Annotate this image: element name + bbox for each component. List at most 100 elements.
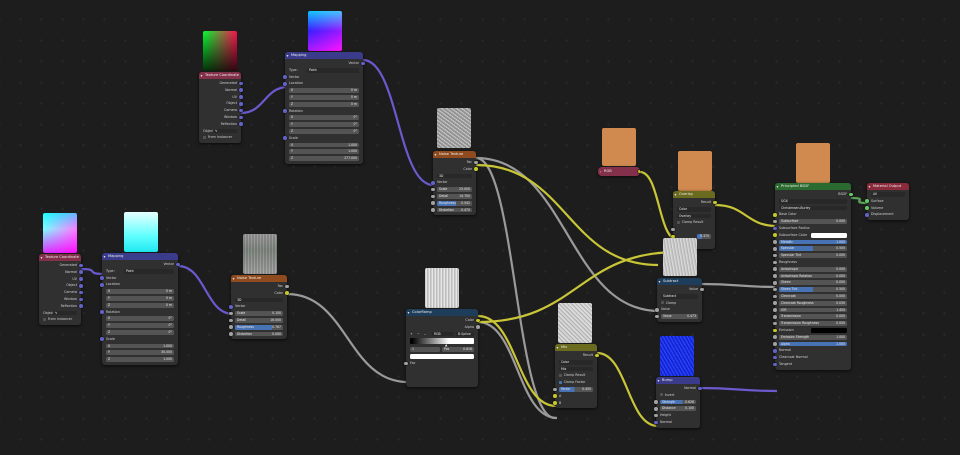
type-dropdown[interactable]: Point bbox=[307, 67, 359, 73]
input-socket[interactable] bbox=[100, 276, 104, 280]
output-socket[interactable] bbox=[79, 304, 83, 308]
value-field[interactable]: Value 0.473 bbox=[661, 314, 698, 319]
rotation-x-field[interactable]: X 0° bbox=[289, 115, 359, 121]
clamp-result-checkbox[interactable] bbox=[559, 373, 563, 377]
object-picker-field[interactable]: ✎ bbox=[213, 128, 237, 134]
output-socket[interactable] bbox=[239, 101, 243, 106]
node-header[interactable]: ▾ ColorRamp bbox=[406, 309, 478, 316]
rgb-node[interactable]: › RGB bbox=[598, 167, 640, 176]
node-header[interactable]: ▾ Principled BSDF bbox=[775, 183, 851, 190]
colorramp-node[interactable]: ▾ ColorRamp Color Alpha + − ⌄ RGB B-Splin… bbox=[404, 309, 480, 387]
input-socket[interactable] bbox=[553, 401, 557, 405]
input-socket[interactable] bbox=[773, 321, 777, 326]
input-socket[interactable] bbox=[773, 280, 777, 285]
subtract-math-node[interactable]: ▾ Subtract Value Subtract Clamp Value Val… bbox=[655, 278, 704, 322]
color-ramp-gradient[interactable] bbox=[410, 338, 474, 345]
material-output-node[interactable]: ▾ Material Output All Surface Volume Disp… bbox=[865, 183, 909, 221]
texture-coordinate-node-bottom[interactable]: ▾ Texture Coordinate Generated Normal UV … bbox=[39, 254, 83, 326]
from-instancer-checkbox[interactable] bbox=[203, 135, 207, 139]
blend-mode-dropdown[interactable]: Overlay bbox=[677, 213, 711, 219]
input-socket[interactable] bbox=[773, 246, 777, 251]
bsdf-value-field[interactable]: Clearcoat Roughness 0.030 bbox=[779, 300, 847, 306]
distortion-field[interactable]: Distortion 0.470 bbox=[437, 207, 472, 213]
bsdf-value-field[interactable]: IOR 1.450 bbox=[779, 307, 847, 313]
object-picker-field[interactable]: ✎ bbox=[53, 310, 77, 316]
bsdf-value-field[interactable]: Emission Strength 1.000 bbox=[779, 334, 847, 340]
output-socket[interactable] bbox=[474, 160, 478, 165]
output-socket[interactable] bbox=[239, 95, 243, 99]
subsurface-method-dropdown[interactable]: Christensen-Burley bbox=[779, 205, 847, 211]
scale-z-field[interactable]: Z 1.000 bbox=[106, 357, 174, 362]
scale-y-field[interactable]: Y 1.000 bbox=[289, 149, 359, 155]
clamp-result-checkbox[interactable] bbox=[677, 220, 681, 224]
input-socket[interactable] bbox=[773, 294, 777, 299]
input-socket[interactable] bbox=[283, 109, 287, 113]
input-socket[interactable] bbox=[283, 136, 287, 140]
input-socket[interactable] bbox=[773, 308, 777, 312]
node-header[interactable]: ▾ Texture Coordinate bbox=[199, 72, 241, 79]
type-dropdown[interactable]: Point bbox=[124, 268, 174, 274]
active-stop-index[interactable]: 1 bbox=[410, 347, 440, 353]
node-header[interactable]: ▾ Overlay bbox=[673, 191, 715, 198]
node-header[interactable]: ▾ Mapping bbox=[285, 52, 363, 59]
remove-stop-button[interactable]: − bbox=[417, 332, 420, 336]
input-socket[interactable] bbox=[773, 355, 777, 360]
input-socket[interactable] bbox=[773, 348, 777, 353]
input-socket[interactable] bbox=[654, 413, 658, 418]
bsdf-value-field[interactable]: Specular Tint 0.000 bbox=[779, 253, 847, 258]
input-socket[interactable] bbox=[431, 187, 435, 192]
input-socket[interactable] bbox=[865, 199, 869, 203]
strength-field[interactable]: Strength 0.628 bbox=[660, 399, 696, 405]
input-socket[interactable] bbox=[773, 226, 777, 231]
input-socket[interactable] bbox=[404, 361, 408, 366]
output-socket[interactable] bbox=[849, 192, 853, 197]
node-header[interactable]: ▾ Bump bbox=[656, 377, 700, 384]
output-socket[interactable] bbox=[239, 115, 243, 120]
output-socket[interactable] bbox=[285, 291, 289, 295]
interpolation-dropdown[interactable]: B-Spline bbox=[456, 331, 474, 337]
bsdf-value-field[interactable]: Subsurface 0.000 bbox=[779, 219, 847, 224]
color-swatch[interactable] bbox=[811, 232, 847, 238]
input-socket[interactable] bbox=[553, 387, 557, 392]
input-socket[interactable] bbox=[431, 201, 435, 205]
location-y-field[interactable]: Y0 m bbox=[289, 94, 359, 100]
input-socket[interactable] bbox=[773, 212, 777, 217]
bsdf-value-field[interactable]: Clearcoat 0.000 bbox=[779, 293, 847, 299]
invert-checkbox[interactable] bbox=[660, 393, 664, 397]
output-socket[interactable] bbox=[79, 277, 83, 281]
input-socket[interactable] bbox=[773, 335, 777, 339]
output-socket[interactable] bbox=[79, 283, 83, 288]
input-socket[interactable] bbox=[773, 362, 777, 367]
input-socket[interactable] bbox=[431, 180, 435, 185]
input-socket[interactable] bbox=[100, 282, 104, 287]
input-socket[interactable] bbox=[773, 314, 777, 319]
factor-field[interactable]: 0.370 bbox=[697, 233, 711, 239]
dimensions-dropdown[interactable]: 3D bbox=[437, 173, 472, 179]
clamp-checkbox[interactable] bbox=[661, 301, 665, 305]
bsdf-value-field[interactable]: Alpha 1.000 bbox=[779, 341, 847, 347]
node-header[interactable]: › RGB bbox=[598, 167, 640, 176]
eyedropper-icon[interactable]: ✎ bbox=[55, 311, 58, 315]
output-socket[interactable] bbox=[239, 88, 243, 92]
input-socket[interactable] bbox=[229, 304, 233, 309]
detail-field[interactable]: Detail 16.000 bbox=[235, 317, 283, 323]
operation-dropdown[interactable]: Subtract bbox=[661, 293, 698, 299]
input-socket[interactable] bbox=[655, 314, 659, 319]
input-socket[interactable] bbox=[773, 287, 777, 292]
output-socket[interactable] bbox=[79, 270, 83, 274]
input-socket[interactable] bbox=[654, 420, 658, 425]
output-socket[interactable] bbox=[239, 81, 243, 86]
node-header[interactable]: ▾ Texture Coordinate bbox=[39, 254, 81, 261]
output-socket[interactable] bbox=[476, 318, 480, 323]
clamp-factor-checkbox[interactable] bbox=[559, 380, 563, 384]
input-socket[interactable] bbox=[229, 325, 233, 329]
rotation-y-field[interactable]: Y 0° bbox=[289, 122, 359, 127]
input-socket[interactable] bbox=[431, 194, 435, 199]
output-socket[interactable] bbox=[474, 167, 478, 171]
add-stop-button[interactable]: + bbox=[410, 332, 413, 336]
input-socket[interactable] bbox=[773, 301, 777, 305]
output-socket[interactable] bbox=[79, 297, 83, 302]
eyedropper-icon[interactable]: ✎ bbox=[215, 129, 218, 133]
input-socket[interactable] bbox=[100, 337, 104, 341]
node-header[interactable]: ▾ Subtract bbox=[657, 278, 702, 285]
